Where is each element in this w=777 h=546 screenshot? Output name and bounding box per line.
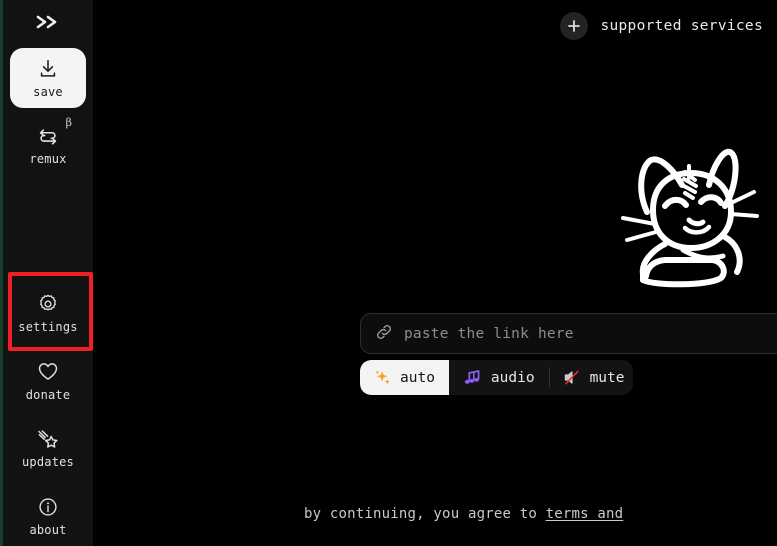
terms-notice: by continuing, you agree to terms and xyxy=(304,506,623,522)
url-input-row: paste the link here xyxy=(360,313,777,354)
sidebar-item-save[interactable]: save xyxy=(10,47,86,109)
sparkles-icon xyxy=(374,369,391,386)
terms-prefix: by continuing, you agree to xyxy=(304,506,546,522)
loop-arrows-icon: β xyxy=(36,116,72,147)
sidebar-item-updates[interactable]: updates xyxy=(10,418,86,479)
sidebar-item-about[interactable]: about xyxy=(10,485,86,546)
sidebar-item-remux[interactable]: β remux xyxy=(10,115,86,176)
info-circle-icon xyxy=(37,496,59,518)
sidebar-item-donate[interactable]: donate xyxy=(10,350,86,411)
mode-button-mute[interactable]: mute xyxy=(548,360,633,395)
url-input-placeholder: paste the link here xyxy=(404,325,574,342)
gear-icon xyxy=(37,293,59,315)
url-input[interactable]: paste the link here xyxy=(360,313,777,354)
cobalt-cat-mascot-logo xyxy=(613,140,763,290)
sidebar-item-label: save xyxy=(33,84,63,99)
sidebar-item-label: settings xyxy=(18,320,78,335)
mode-button-audio[interactable]: audio xyxy=(449,360,549,395)
mode-button-label: audio xyxy=(490,369,535,386)
shooting-star-icon xyxy=(36,428,60,450)
sidebar-item-label: remux xyxy=(29,152,67,167)
sidebar-item-label: updates xyxy=(22,455,74,470)
link-icon xyxy=(375,323,393,345)
main-content: paste the link here auto audio mute by c… xyxy=(93,0,777,546)
download-mode-toggle-group: auto audio mute xyxy=(360,360,633,395)
sidebar-item-settings[interactable]: settings xyxy=(10,283,86,344)
sidebar: save β remux settings donate updates abo… xyxy=(3,0,93,546)
mode-button-label: auto xyxy=(400,369,435,386)
beta-badge: β xyxy=(65,116,72,130)
terms-link[interactable]: terms and xyxy=(546,506,624,522)
sidebar-item-label: donate xyxy=(25,387,71,402)
music-notes-icon xyxy=(463,369,482,386)
mode-button-auto[interactable]: auto xyxy=(360,360,449,395)
app-window: save β remux settings donate updates abo… xyxy=(0,0,777,546)
sidebar-collapse-toggle[interactable] xyxy=(26,8,70,41)
sidebar-item-label: about xyxy=(29,522,67,537)
download-icon xyxy=(37,58,59,80)
mode-button-label: mute xyxy=(589,369,625,386)
muted-speaker-icon xyxy=(563,369,581,386)
heart-icon xyxy=(37,361,59,383)
chevrons-right-icon xyxy=(35,14,61,34)
